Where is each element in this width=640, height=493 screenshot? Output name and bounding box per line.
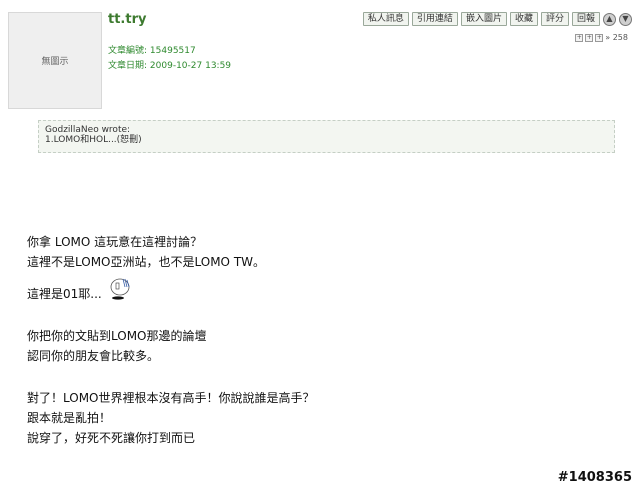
smiley-emoticon-icon [110,278,130,300]
author-name[interactable]: tt.try [108,12,146,27]
quote-link-button[interactable]: 引用連結 [411,12,458,26]
body-line: 對了！LOMO世界裡根本沒有高手！你說說誰是高手？ [27,391,315,405]
post-date-line: 文章日期: 2009-10-27 13:59 [108,58,231,71]
body-line: 你拿 LOMO 這玩意在這裡討論？ [27,235,203,249]
body-line: 跟本就是亂拍！ [27,411,112,425]
arrow-down-icon[interactable]: ▼ [619,12,632,26]
post-id-value: 15495517 [149,46,196,56]
quote-text: 1.LOMO和HOL...(恕刪) [45,135,142,145]
post-id-line: 文章編號: 15495517 [108,43,196,56]
body-line: 你把你的文貼到LOMO那邊的論壇 [27,329,207,343]
body-line: 說穿了，好死不死讓你打到而已 [27,431,196,445]
post-body: 你拿 LOMO 這玩意在這裡討論？ 這裡不是LOMO亞洲站，也不是LOMO TW… [27,232,315,448]
post-tools-mini: + + + » 258 [575,33,628,42]
report-button[interactable]: 回報 [571,12,600,26]
favorite-button[interactable]: 收藏 [509,12,538,26]
post-id-label: 文章編號: [108,46,148,56]
arrow-up-icon[interactable]: ▲ [603,12,616,26]
body-line: 認同你的朋友會比較多。 [27,349,160,363]
avatar[interactable]: 無圖示 [8,12,102,109]
body-line: 這裡是01耶... [27,287,102,301]
post-date-label: 文章日期: [108,61,148,71]
watermark: #1408365 [557,470,632,485]
quote-author: GodzillaNeo wrote: [45,125,131,135]
floor-count: » 258 [605,33,628,42]
post-date-value: 2009-10-27 13:59 [149,61,232,71]
embed-image-button[interactable]: 嵌入圖片 [460,12,507,26]
forum-post: 無圖示 tt.try 文章編號: 15495517 文章日期: 2009-10-… [0,0,640,493]
private-message-button[interactable]: 私人訊息 [362,12,409,26]
rate-button[interactable]: 評分 [540,12,569,26]
quote-block: GodzillaNeo wrote: 1.LOMO和HOL...(恕刪) [38,120,615,153]
reply-icon[interactable]: + [575,33,584,42]
print-icon[interactable]: + [595,33,604,42]
post-toolbar: 私人訊息 引用連結 嵌入圖片 收藏 評分 回報 ▲ ▼ [362,12,632,26]
avatar-placeholder-label: 無圖示 [41,57,69,67]
body-line: 這裡不是LOMO亞洲站，也不是LOMO TW。 [27,255,266,269]
edit-icon[interactable]: + [585,33,594,42]
